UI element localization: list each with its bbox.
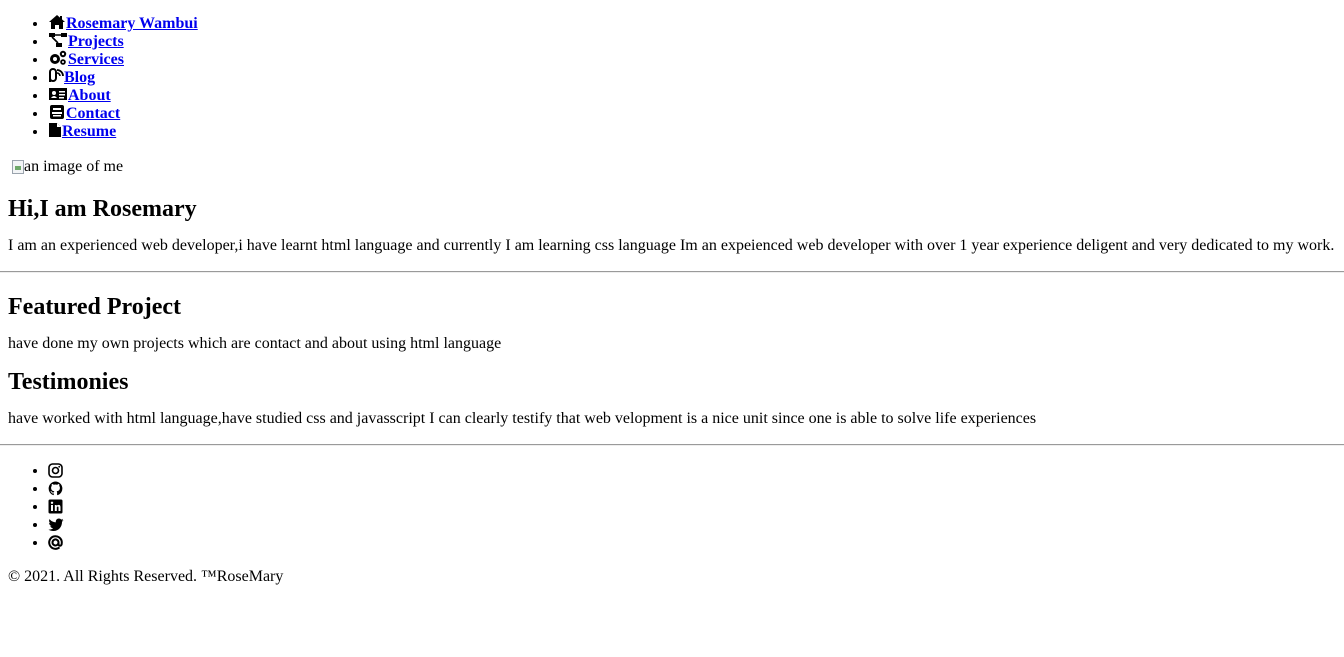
page: Rosemary Wambui Projects Services Blog [0,14,1344,586]
intro-paragraph: I am an experienced web developer,i have… [8,237,1335,254]
hero-heading: Hi,I am Rosemary [8,196,197,222]
testimonies-heading: Testimonies [8,369,129,395]
cogs-icon [48,50,68,66]
linkedin-icon[interactable] [48,499,63,514]
nav-label-blog: Blog [64,69,96,86]
profile-image: an image of me [8,158,1336,176]
main-nav: Rosemary Wambui Projects Services Blog [8,14,1336,140]
home-icon [48,14,66,30]
nav-item-home: Rosemary Wambui [48,14,1336,32]
twitter-icon[interactable] [48,518,64,532]
nav-item-about: About [48,86,1336,104]
nav-link-blog[interactable]: Blog [48,68,96,86]
nav-link-about[interactable]: About [48,87,111,104]
nav-item-blog: Blog [48,68,1336,86]
nav-link-services[interactable]: Services [48,50,124,68]
instagram-icon[interactable] [48,463,63,478]
social-item-github [48,480,1336,498]
social-item-twitter [48,516,1336,534]
contact-icon [48,104,66,120]
nav-label-services: Services [68,51,124,68]
nav-item-contact: Contact [48,104,1336,122]
social-item-instagram [48,462,1336,480]
nav-item-resume: Resume [48,122,1336,140]
social-item-email [48,534,1336,552]
footer-copyright: © 2021. All Rights Reserved. ™RoseMary [8,568,284,585]
id-card-icon [48,86,68,102]
nav-label-resume: Resume [62,123,117,140]
nav-item-projects: Projects [48,32,1336,50]
nav-label-home: Rosemary Wambui [66,15,198,32]
social-links [8,462,1336,552]
broken-image-icon [12,160,24,174]
github-icon[interactable] [48,481,63,496]
file-icon [48,122,62,138]
featured-heading: Featured Project [8,294,182,320]
project-diagram-icon [48,32,68,48]
nav-link-projects[interactable]: Projects [48,33,124,50]
nav-label-contact: Contact [66,105,121,122]
divider [0,271,1344,273]
testimonies-paragraph: have worked with html language,have stud… [8,410,1037,427]
nav-label-about: About [68,87,111,104]
profile-image-alt-text: an image of me [24,158,124,175]
at-icon[interactable] [48,535,63,550]
nav-link-resume[interactable]: Resume [48,123,116,140]
blog-icon [48,68,64,84]
nav-link-contact[interactable]: Contact [48,105,120,122]
nav-link-home[interactable]: Rosemary Wambui [48,15,198,32]
nav-label-projects: Projects [68,33,124,50]
nav-item-services: Services [48,50,1336,68]
social-item-linkedin [48,498,1336,516]
featured-paragraph: have done my own projects which are cont… [8,335,502,352]
divider [0,444,1344,446]
